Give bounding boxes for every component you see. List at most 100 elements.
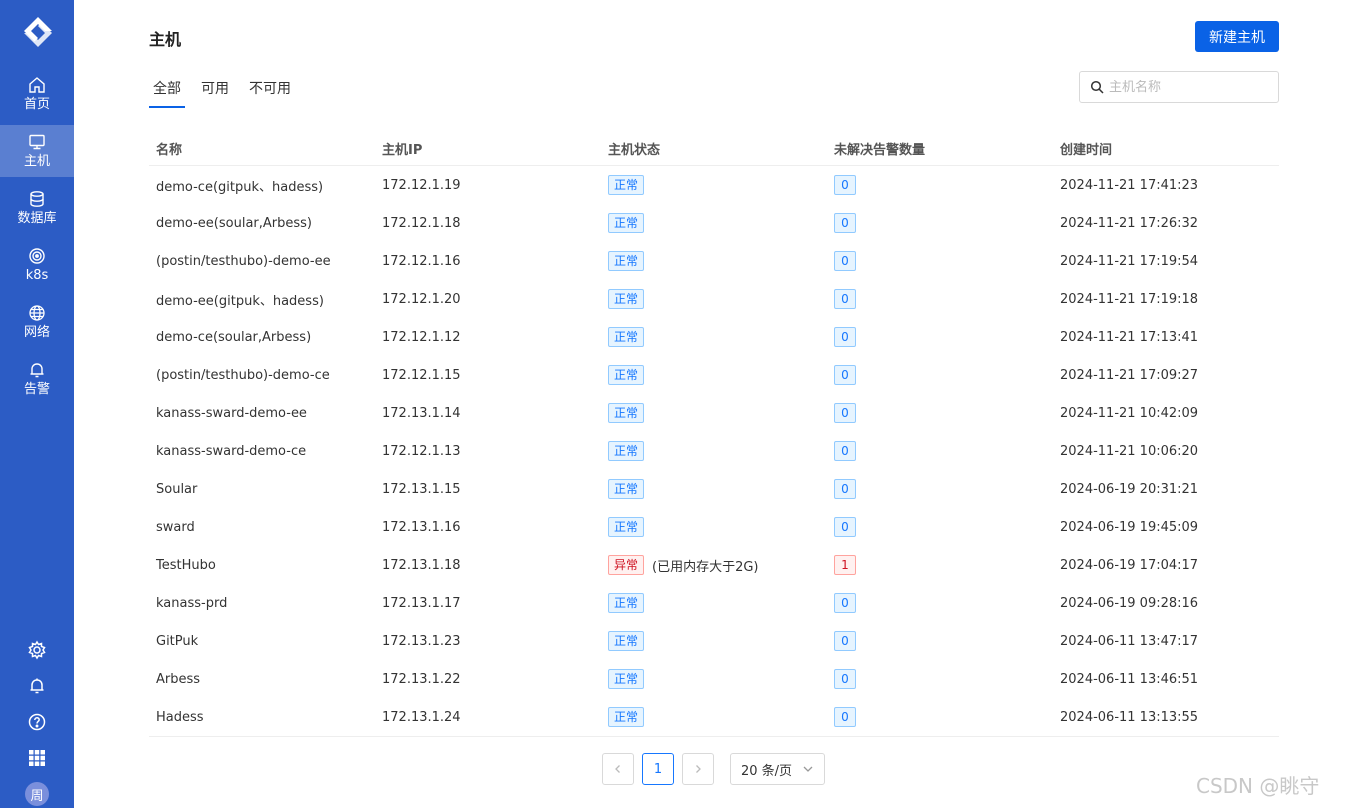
host-created-time: 2024-06-19 19:45:09: [1060, 519, 1199, 535]
host-ip: 172.12.1.20: [382, 291, 461, 307]
alert-count-badge: 0: [834, 441, 856, 461]
host-name: sward: [156, 519, 195, 535]
host-alerts: 0: [827, 213, 1053, 233]
status-note: (已用内存大于2G): [652, 559, 759, 575]
table-bottom-divider: [149, 736, 1279, 737]
host-alerts: 0: [827, 479, 1053, 499]
page-1-button[interactable]: 1: [642, 753, 674, 785]
table-row[interactable]: sward 172.13.1.16 正常 0 2024-06-19 19:45:09: [149, 508, 1279, 546]
host-status: 正常: [601, 213, 827, 233]
host-ip: 172.13.1.17: [382, 595, 461, 611]
sidebar-item-home[interactable]: 首页: [0, 68, 74, 120]
table-header: 名称 主机IP 主机状态 未解决告警数量 创建时间: [149, 131, 1279, 166]
pagination: 1 20 条/页: [602, 753, 825, 785]
kubernetes-icon: [29, 248, 45, 264]
status-badge: 正常: [608, 175, 645, 195]
table-row[interactable]: kanass-sward-demo-ee 172.13.1.14 正常 0 2024-1…: [149, 394, 1279, 432]
table-row[interactable]: demo-ee(soular,Arbess) 172.12.1.18 正常 0 2024…: [149, 204, 1279, 242]
table-row[interactable]: kanass-prd 172.13.1.17 正常 0 2024-06-19 09:28…: [149, 584, 1279, 622]
avatar: 周: [25, 782, 49, 806]
table-row[interactable]: Arbess 172.13.1.22 正常 0 2024-06-11 13:46:51: [149, 660, 1279, 698]
alert-count-badge: 0: [834, 403, 856, 423]
help-button[interactable]: [0, 704, 74, 740]
host-alerts: 1: [827, 555, 1053, 575]
help-icon: [28, 713, 46, 731]
status-badge: 正常: [608, 479, 645, 499]
host-ip: 172.13.1.23: [382, 633, 461, 649]
alert-count-badge: 0: [834, 175, 856, 195]
host-alerts: 0: [827, 403, 1053, 423]
table-row[interactable]: Hadess 172.13.1.24 正常 0 2024-06-11 13:13:55: [149, 698, 1279, 736]
app-logo-icon[interactable]: [21, 15, 55, 49]
user-menu[interactable]: 周: [0, 776, 74, 808]
table-row[interactable]: (postin/testhubo)-demo-ce 172.12.1.15 正常 0 2…: [149, 356, 1279, 394]
status-badge: 正常: [608, 365, 645, 385]
column-header-status: 主机状态: [608, 142, 661, 158]
status-badge: 正常: [608, 441, 645, 461]
new-host-button[interactable]: 新建主机: [1195, 21, 1279, 52]
host-created-time: 2024-11-21 17:09:27: [1060, 367, 1199, 383]
tab-available[interactable]: 可用: [197, 74, 233, 108]
search-input[interactable]: [1109, 79, 1269, 95]
search-icon: [1090, 80, 1104, 94]
table-row[interactable]: (postin/testhubo)-demo-ee 172.12.1.16 正常 0 2…: [149, 242, 1279, 280]
monitor-icon: [29, 134, 45, 150]
host-ip: 172.12.1.13: [382, 443, 461, 459]
watermark: CSDN @眺守: [1196, 774, 1320, 798]
sidebar-item-alert[interactable]: 告警: [0, 353, 74, 405]
apps-button[interactable]: [0, 740, 74, 776]
search-box: [1079, 71, 1279, 103]
sidebar-item-host[interactable]: 主机: [0, 125, 74, 177]
host-name: demo-ce(gitpuk、hadess): [156, 179, 324, 195]
table-row[interactable]: TestHubo 172.13.1.18 异常 (已用内存大于2G) 1 2024-06-…: [149, 546, 1279, 584]
apps-grid-icon: [29, 750, 45, 766]
table-row[interactable]: demo-ce(gitpuk、hadess) 172.12.1.19 正常 0 2024…: [149, 166, 1279, 204]
host-status: 正常: [601, 327, 827, 347]
host-created-time: 2024-11-21 17:41:23: [1060, 177, 1199, 193]
column-header-ip: 主机IP: [382, 142, 423, 158]
table-row[interactable]: demo-ce(soular,Arbess) 172.12.1.12 正常 0 2024…: [149, 318, 1279, 356]
alert-count-badge: 0: [834, 289, 856, 309]
sidebar-item-network[interactable]: 网络: [0, 296, 74, 348]
host-name: demo-ce(soular,Arbess): [156, 329, 312, 345]
table-row[interactable]: GitPuk 172.13.1.23 正常 0 2024-06-11 13:47:17: [149, 622, 1279, 660]
alert-count-badge: 0: [834, 251, 856, 271]
table-row[interactable]: Soular 172.13.1.15 正常 0 2024-06-19 20:31:21: [149, 470, 1279, 508]
host-alerts: 0: [827, 327, 1053, 347]
next-page-button[interactable]: [682, 753, 714, 785]
alert-count-badge: 0: [834, 707, 856, 727]
prev-page-button[interactable]: [602, 753, 634, 785]
tab-unavailable[interactable]: 不可用: [245, 74, 295, 108]
notification-button[interactable]: [0, 668, 74, 704]
table-row[interactable]: kanass-sward-demo-ce 172.12.1.13 正常 0 2024-1…: [149, 432, 1279, 470]
alert-count-badge: 1: [834, 555, 856, 575]
host-ip: 172.13.1.15: [382, 481, 461, 497]
status-tabs: 全部 可用 不可用: [149, 74, 307, 108]
host-status: 异常 (已用内存大于2G): [601, 555, 827, 575]
host-ip: 172.13.1.24: [382, 709, 461, 725]
sidebar-item-k8s[interactable]: k8s: [0, 239, 74, 291]
status-badge: 正常: [608, 669, 645, 689]
globe-icon: [29, 305, 45, 321]
alert-count-badge: 0: [834, 327, 856, 347]
alert-count-badge: 0: [834, 631, 856, 651]
status-badge: 正常: [608, 213, 645, 233]
host-alerts: 0: [827, 631, 1053, 651]
host-name: demo-ee(gitpuk、hadess): [156, 293, 324, 309]
host-table: 名称 主机IP 主机状态 未解决告警数量 创建时间 demo-ce(gitpuk…: [149, 131, 1279, 736]
tab-all[interactable]: 全部: [149, 74, 185, 108]
settings-button[interactable]: [0, 632, 74, 668]
host-name: GitPuk: [156, 633, 199, 649]
host-name: (postin/testhubo)-demo-ce: [156, 367, 330, 383]
host-status: 正常: [601, 707, 827, 727]
host-ip: 172.12.1.15: [382, 367, 461, 383]
sidebar-item-database[interactable]: 数据库: [0, 182, 74, 234]
host-name: kanass-sward-demo-ce: [156, 443, 307, 459]
page-size-select[interactable]: 20 条/页: [730, 753, 825, 785]
host-name: demo-ee(soular,Arbess): [156, 215, 312, 231]
table-row[interactable]: demo-ee(gitpuk、hadess) 172.12.1.20 正常 0 2024…: [149, 280, 1279, 318]
host-ip: 172.12.1.18: [382, 215, 461, 231]
chevron-right-icon: [696, 765, 701, 773]
host-ip: 172.12.1.12: [382, 329, 461, 345]
page-title: 主机: [149, 30, 182, 49]
